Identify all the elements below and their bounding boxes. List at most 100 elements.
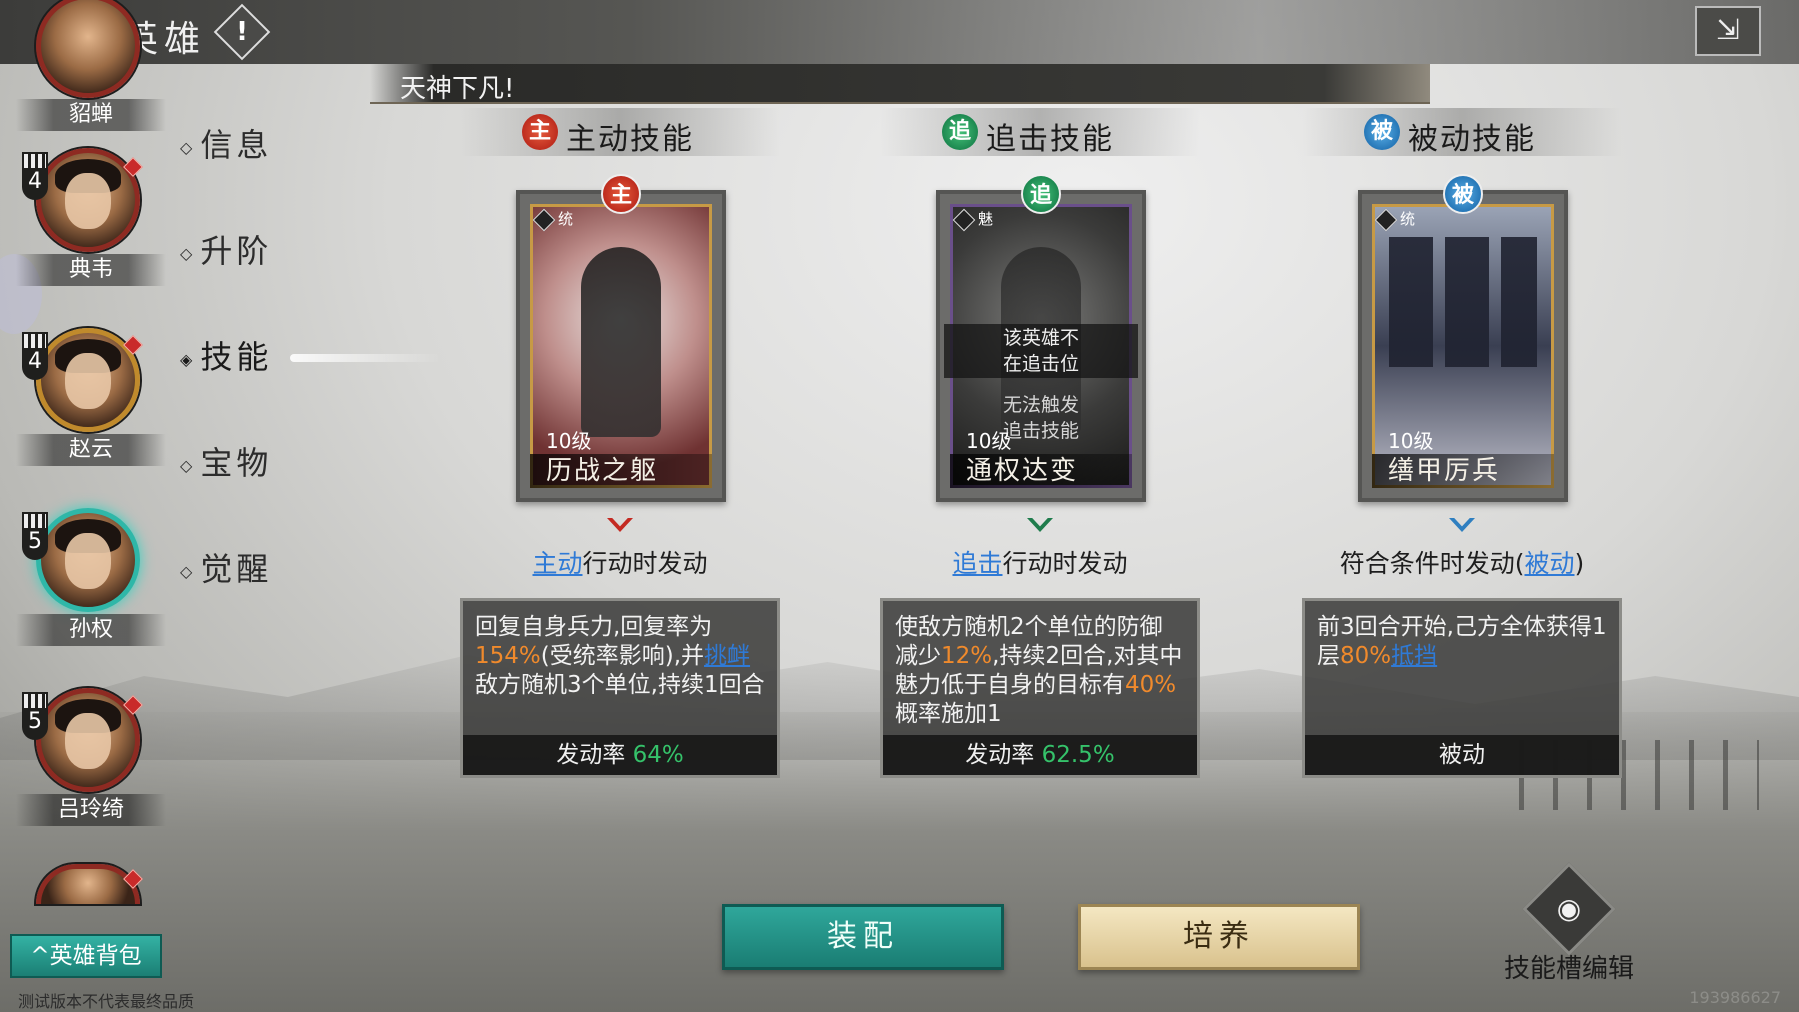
top-bar: ❮— 英雄 ! ⇲	[0, 0, 1799, 64]
skill-header: 追 追击技能	[880, 108, 1200, 157]
trigger-link[interactable]: 被动	[1524, 549, 1574, 578]
rank-badge: 5	[22, 692, 48, 740]
skill-description: 前3回合开始,己方全体获得1层80%抵挡 被动	[1302, 598, 1622, 778]
skill-card[interactable]: 被 统 10级 缮甲厉兵	[1358, 174, 1568, 502]
description-segment: 12%	[941, 643, 993, 669]
rate-label: 被动	[1439, 742, 1485, 768]
hero-bag-button[interactable]: ^英雄背包	[10, 934, 162, 978]
nav-item-awaken[interactable]: ◇ 觉醒	[180, 544, 380, 594]
skill-attr-label: 统	[1378, 208, 1415, 229]
chevron-down-icon	[1027, 518, 1053, 532]
skill-slot-edit-button[interactable]: ◉ 技能槽编辑	[1476, 862, 1662, 986]
rank-badge: 4	[22, 332, 48, 380]
skill-name: 通权达变	[950, 454, 1132, 488]
rank-badge: 5	[22, 512, 48, 560]
skill-header-title: 追击技能	[986, 122, 1114, 157]
skill-level: 10级	[546, 429, 592, 453]
nav-label: 觉醒	[200, 550, 273, 588]
nav-label: 技能	[200, 338, 273, 376]
army-banners	[1389, 237, 1537, 367]
nav-label: 信息	[200, 126, 273, 164]
skill-header-title: 被动技能	[1408, 122, 1536, 157]
skill-type-gem: 被	[1443, 174, 1483, 214]
skill-rate: 发动率 64%	[463, 735, 777, 775]
exit-icon[interactable]: ⇲	[1695, 6, 1761, 56]
nav-label: 升阶	[200, 232, 273, 270]
hero-name: 吕玲绮	[16, 794, 166, 826]
passive-skill-tag-icon: 被	[1364, 114, 1400, 150]
skill-rate: 被动	[1305, 735, 1619, 775]
rate-value: 62.5%	[1041, 742, 1115, 768]
description-segment: 40%	[1125, 672, 1177, 698]
warrior-figure	[581, 247, 661, 437]
skill-description-text: 前3回合开始,己方全体获得1层80%抵挡	[1317, 613, 1607, 729]
build-id: 193986627	[1689, 988, 1781, 1007]
chase-skill-tag-icon: 追	[942, 114, 978, 150]
overlay-line: 在追击位	[1002, 353, 1079, 375]
skill-card[interactable]: 主 统 10级 历战之躯	[516, 174, 726, 502]
trigger-text: 行动时发动	[582, 549, 708, 578]
nav-item-treasure[interactable]: ◇ 宝物	[180, 438, 380, 488]
hero-name: 赵云	[16, 434, 166, 466]
skill-header: 主 主动技能	[460, 108, 780, 157]
skill-rate: 发动率 62.5%	[883, 735, 1197, 775]
hero-name: 典韦	[16, 254, 166, 286]
skill-card[interactable]: 追 魅 该英雄不 在追击位 无法触发 追击技能 10级 通权达变	[936, 174, 1146, 502]
info-glyph: !	[236, 17, 248, 47]
trigger-link[interactable]: 主动	[532, 549, 582, 578]
skill-name: 历战之躯	[530, 454, 712, 488]
skill-header: 被 被动技能	[1302, 108, 1622, 157]
footer-note: 测试版本不代表最终品质	[18, 992, 195, 1011]
skill-trigger: 符合条件时发动(被动)	[1302, 544, 1622, 580]
nav-item-skills[interactable]: ◈ 技能	[180, 332, 440, 382]
skill-description-text: 回复自身兵力,回复率为 154%(受统率影响),并挑衅敌方随机3个单位,持续1回合	[475, 613, 765, 729]
description-segment: (受统率影响),并	[540, 643, 705, 669]
description-segment: 154%	[475, 643, 541, 669]
trigger-link[interactable]: 追击	[952, 549, 1002, 578]
description-segment: 80%	[1340, 643, 1392, 669]
rate-label: 发动率	[556, 742, 626, 768]
description-segment: 敌方随机3个单位,持续1回合	[475, 672, 765, 698]
skill-trigger: 追击行动时发动	[880, 544, 1200, 580]
skill-attr-label: 魅	[956, 208, 993, 229]
nav-item-upgrade[interactable]: ◇ 升阶	[180, 226, 380, 276]
train-button[interactable]: 培养	[1078, 904, 1360, 970]
skill-header-title: 主动技能	[566, 122, 694, 157]
overlay-line: 无法触发	[1002, 394, 1079, 416]
skill-description: 使敌方随机2个单位的防御减少12%,持续2回合,对其中魅力低于自身的目标有40%…	[880, 598, 1200, 778]
chevron-down-icon	[1449, 518, 1475, 532]
description-segment: 概率施加1	[895, 701, 1002, 727]
slot-edit-label: 技能槽编辑	[1503, 954, 1634, 984]
rate-label: 发动率	[965, 742, 1035, 768]
trigger-text: )	[1574, 549, 1585, 578]
skill-type-gem: 追	[1021, 174, 1061, 214]
active-skill-tag-icon: 主	[522, 114, 558, 150]
skill-level: 10级	[966, 429, 1012, 453]
hero-name: 貂蝉	[16, 99, 166, 131]
hero-name: 孙权	[16, 614, 166, 646]
slot-edit-icon: ◉	[1522, 862, 1616, 956]
skill-attr-label: 统	[536, 208, 573, 229]
trigger-text: 符合条件时发动(	[1339, 549, 1525, 578]
info-icon[interactable]: !	[213, 3, 271, 61]
nav-item-info[interactable]: ◇ 信息	[180, 120, 380, 170]
description-segment: 回复自身兵力,回复率为	[475, 614, 713, 640]
hero-avatar[interactable]	[36, 864, 140, 904]
banner: 天神下凡!	[370, 64, 1430, 104]
skill-name: 缮甲厉兵	[1372, 454, 1554, 488]
skill-level: 10级	[1388, 429, 1434, 453]
description-segment[interactable]: 挑衅	[704, 643, 750, 669]
hero-avatar[interactable]	[36, 508, 140, 612]
skill-lock-overlay: 该英雄不 在追击位	[944, 324, 1138, 378]
equip-button[interactable]: 装配	[722, 904, 1004, 970]
banner-text: 天神下凡!	[400, 74, 515, 104]
hero-avatar[interactable]	[36, 0, 140, 98]
skill-trigger: 主动行动时发动	[460, 544, 780, 580]
description-segment[interactable]: 抵挡	[1391, 643, 1437, 669]
hero-avatar[interactable]	[36, 148, 140, 252]
skill-description: 回复自身兵力,回复率为 154%(受统率影响),并挑衅敌方随机3个单位,持续1回合…	[460, 598, 780, 778]
hero-list[interactable]: 貂蝉 4 典韦 4 赵云 5 孙权 5 吕玲绮	[0, 0, 170, 924]
overlay-line: 该英雄不	[1002, 327, 1079, 349]
skill-type-gem: 主	[601, 174, 641, 214]
rank-badge: 4	[22, 152, 48, 200]
